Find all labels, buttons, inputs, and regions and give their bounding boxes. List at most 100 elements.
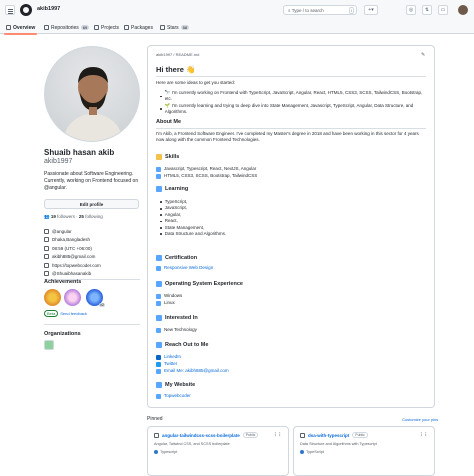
issues-icon[interactable]: ◎ — [406, 5, 416, 15]
achievement-badge-quickdraw[interactable] — [64, 289, 81, 306]
vcard-text: @angular — [52, 228, 72, 234]
vcard-twitter[interactable]: @Shuaibhasanakib — [44, 270, 140, 279]
computer-icon — [156, 281, 162, 287]
list-item: 🌱 I'm currently learning and trying to d… — [160, 103, 426, 116]
learning-heading-row: Learning — [156, 186, 188, 192]
organization-avatar[interactable] — [44, 340, 54, 350]
tab-projects[interactable]: Projects — [94, 22, 119, 33]
website-heading-row: My Website — [156, 382, 195, 388]
readme-divider — [156, 128, 426, 129]
profile-bio: Passionate about Software Engineering. C… — [44, 171, 139, 191]
achievement-badge-pull-shark[interactable] — [44, 289, 61, 306]
os-row: Linux — [156, 300, 175, 306]
repo-icon — [300, 432, 305, 438]
header-avatar[interactable] — [458, 5, 468, 15]
code-icon — [156, 173, 161, 179]
plus-icon[interactable]: +▾ — [364, 5, 378, 15]
vcard-text: @Shuaibhasanakib — [52, 271, 92, 277]
os-heading: Operating System Experience — [165, 281, 243, 287]
website-heading: My Website — [165, 382, 196, 388]
tab-packages[interactable]: Packages — [124, 22, 153, 33]
achievement-count: x2 — [99, 303, 105, 307]
website-link[interactable]: Topwebcoder — [156, 393, 191, 399]
drag-handle-icon[interactable]: ⋮⋮ — [419, 432, 428, 438]
header-username[interactable]: akib1997 — [37, 6, 60, 12]
profile-readme: akib1997 / README.md ✎ Hi there 👋 Here a… — [147, 45, 435, 408]
clock-icon — [44, 245, 49, 251]
github-logo-icon[interactable] — [20, 4, 32, 16]
phone-icon — [156, 342, 162, 348]
sparkle-icon — [156, 327, 161, 333]
pull-requests-icon[interactable]: ⇅ — [422, 5, 432, 15]
reach-twitter[interactable]: Twitter — [156, 361, 177, 367]
tab-repositories[interactable]: Repositories 69 — [44, 22, 90, 33]
linkedin-icon — [156, 354, 161, 360]
about-heading: About Me — [156, 119, 182, 125]
reach-linkedin[interactable]: LinkedIn — [156, 354, 181, 360]
send-feedback-link[interactable]: Send feedback — [60, 311, 87, 316]
tab-label: Repositories — [51, 24, 79, 31]
pinned-repo-title[interactable]: angular-tailwindcss-scss-boilerplate — [162, 433, 240, 438]
tab-label: Overview — [13, 24, 36, 31]
interested-heading: Interested In — [165, 315, 198, 321]
pinned-repo-desc: Angular, Tailwind CSS, and SCSS boilerpl… — [154, 442, 230, 446]
drag-handle-icon[interactable]: ⋮⋮ — [273, 432, 282, 438]
skill-row: Javascript, Typescript, React, NextJS, A… — [156, 166, 256, 172]
reach-heading: Reach Out to Me — [165, 342, 209, 348]
interested-heading-row: Interested In — [156, 315, 198, 321]
search-placeholder: Type / to search — [291, 8, 324, 13]
achievement-badge-yolo[interactable]: x2 — [86, 289, 105, 307]
reach-email[interactable]: Email Me: akibh885@gmail.com — [156, 368, 229, 374]
os-heading-row: Operating System Experience — [156, 281, 243, 287]
search-shortcut-key: / — [348, 7, 354, 14]
vcard-website[interactable]: https://topwebcoder.com — [44, 261, 140, 270]
profile-avatar[interactable] — [44, 46, 140, 142]
beta-badge: Beta — [44, 310, 59, 317]
skills-heading-row: Skills — [156, 154, 179, 160]
vcard-time: 08:59 (UTC +06:00) — [44, 244, 140, 253]
following-count[interactable]: 25 — [79, 214, 84, 219]
search-input[interactable]: ⌕ Type / to search / — [283, 5, 357, 15]
following-label[interactable]: following — [85, 214, 103, 219]
customize-pins-link[interactable]: Customize your pins — [402, 417, 438, 422]
profile-tabs: Overview Repositories 69 Projects Packag… — [0, 20, 474, 35]
twitter-icon — [44, 271, 49, 277]
link-icon — [156, 393, 161, 399]
language-color-dot — [300, 450, 304, 454]
link-icon — [44, 262, 49, 268]
followers-count[interactable]: 19 — [51, 214, 56, 219]
tab-overview[interactable]: Overview — [3, 22, 38, 35]
achievements-heading[interactable]: Achievements — [44, 279, 81, 285]
people-icon — [44, 228, 49, 234]
vcard-org[interactable]: @angular — [44, 227, 140, 236]
people-icon: 👥 — [44, 214, 51, 219]
vcard-location: Dhaka,Bangladesh — [44, 236, 140, 245]
cert-row[interactable]: Responsive Web Design — [156, 265, 213, 271]
linux-icon — [156, 300, 161, 306]
vcard-email[interactable]: akibh885@gmail.com — [44, 253, 140, 262]
sidebar-divider — [44, 324, 140, 325]
readme-bullets: 🔭 I'm currently working on Frontend with… — [160, 90, 426, 116]
readme-divider — [156, 76, 426, 77]
inbox-icon[interactable]: ▭ — [438, 5, 448, 15]
twitter-icon — [156, 361, 161, 367]
achievements-beta: Beta Send feedback — [44, 310, 87, 317]
edit-profile-button[interactable]: Edit profile — [44, 199, 139, 209]
language-color-dot — [154, 450, 158, 454]
tab-label: Packages — [131, 24, 153, 31]
pinned-repo-card: angular-tailwindcss-scss-boilerplate Publ… — [147, 426, 289, 476]
hamburger-menu-icon[interactable] — [5, 5, 15, 15]
readme-path[interactable]: akib1997 / README.md — [156, 52, 426, 57]
star-icon — [160, 25, 165, 30]
followers-label[interactable]: followers — [57, 214, 75, 219]
os-row: Windows — [156, 293, 182, 299]
pencil-icon[interactable]: ✎ — [421, 52, 427, 58]
project-icon — [94, 25, 99, 30]
tab-stars[interactable]: Stars 58 — [160, 22, 190, 33]
visibility-badge: Public — [352, 432, 368, 438]
mail-icon — [156, 368, 161, 374]
pinned-heading: Pinned — [147, 416, 163, 422]
repo-icon — [44, 25, 49, 30]
pinned-repo-title[interactable]: dsa-with-typescript — [308, 433, 349, 438]
profile-photo — [63, 67, 123, 141]
